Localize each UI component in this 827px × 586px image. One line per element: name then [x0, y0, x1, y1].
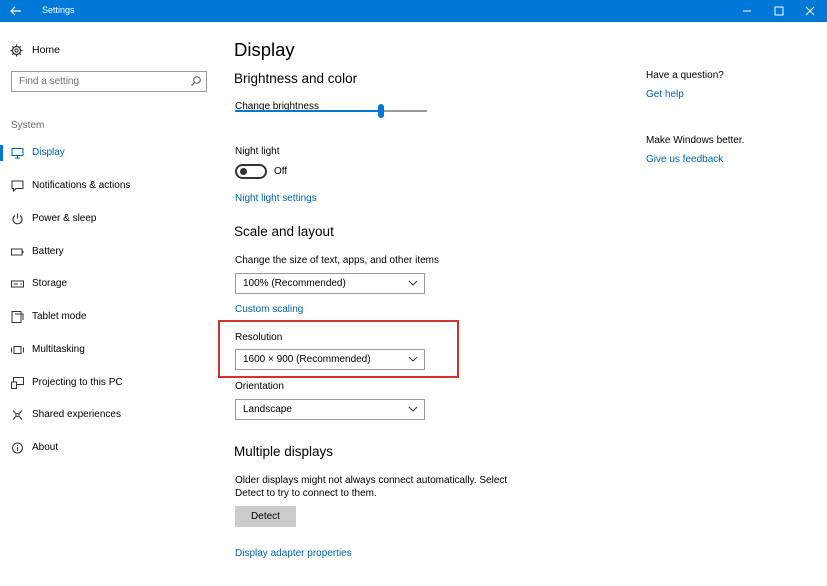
multiple-displays-description: Older displays might not always connect … [235, 475, 508, 486]
give-feedback-link[interactable]: Give us feedback [646, 154, 723, 165]
night-light-settings-link[interactable]: Night light settings [235, 193, 317, 204]
info-icon [11, 442, 24, 454]
sidebar-item-notifications[interactable]: Notifications & actions [0, 174, 218, 198]
make-windows-better-text: Make Windows better. [646, 135, 745, 146]
dropdown-value: 100% (Recommended) [243, 278, 346, 289]
section-label-system: System [11, 120, 45, 131]
dropdown-value: Landscape [243, 404, 292, 415]
maximize-button[interactable] [762, 0, 796, 22]
notifications-icon [11, 180, 24, 192]
page-title: Display [234, 39, 295, 60]
sidebar-item-shared-experiences[interactable]: Shared experiences [0, 403, 218, 427]
display-adapter-properties-link[interactable]: Display adapter properties [235, 548, 352, 559]
sidebar-item-label: Display [32, 147, 65, 158]
back-button[interactable] [0, 0, 32, 22]
tablet-icon [11, 311, 24, 323]
back-arrow-icon [10, 6, 21, 16]
slider-track-filled [235, 110, 381, 112]
sidebar-item-label: Projecting to this PC [32, 377, 123, 388]
question-text: Have a question? [646, 70, 724, 81]
monitor-icon [11, 147, 24, 159]
sidebar-item-battery[interactable]: Battery [0, 240, 218, 264]
scale-size-label: Change the size of text, apps, and other… [235, 255, 440, 266]
gear-icon [10, 44, 23, 56]
slider-track-empty [381, 110, 427, 112]
battery-icon [11, 246, 24, 258]
selection-indicator [0, 145, 3, 161]
title-bar: Settings [0, 0, 827, 22]
close-button[interactable] [793, 0, 827, 22]
home-link[interactable]: Home [10, 42, 60, 58]
sidebar-item-label: About [32, 442, 59, 453]
sidebar-item-label: Battery [32, 246, 64, 257]
sidebar-item-storage[interactable]: Storage [0, 272, 218, 296]
orientation-dropdown[interactable]: Landscape [235, 399, 425, 420]
scale-size-dropdown[interactable]: 100% (Recommended) [235, 273, 425, 294]
minimize-button[interactable] [730, 0, 764, 22]
sidebar: Home System Display Notifications & acti… [0, 22, 218, 586]
orientation-label: Orientation [235, 381, 284, 392]
sidebar-item-label: Multitasking [32, 344, 85, 355]
slider-thumb[interactable] [378, 104, 384, 118]
get-help-link[interactable]: Get help [646, 89, 684, 100]
night-light-state: Off [274, 166, 288, 177]
sidebar-item-tablet-mode[interactable]: Tablet mode [0, 305, 218, 329]
storage-icon [11, 278, 24, 290]
sidebar-item-label: Shared experiences [32, 409, 121, 420]
sidebar-item-display[interactable]: Display [0, 141, 218, 165]
close-icon [805, 6, 815, 16]
shared-experiences-icon [11, 409, 24, 421]
night-light-label: Night light [235, 146, 280, 157]
sidebar-item-power-sleep[interactable]: Power & sleep [0, 207, 218, 231]
toggle-knob [240, 168, 247, 175]
scale-layout-heading: Scale and layout [234, 224, 334, 239]
custom-scaling-link[interactable]: Custom scaling [235, 304, 303, 315]
sidebar-item-label: Tablet mode [32, 311, 87, 322]
search-input[interactable] [12, 72, 182, 91]
multitasking-icon [11, 344, 24, 356]
projecting-icon [11, 377, 24, 389]
search-icon[interactable] [190, 75, 202, 87]
home-label: Home [32, 44, 61, 56]
detect-button[interactable]: Detect [235, 506, 296, 527]
sidebar-item-about[interactable]: About [0, 436, 218, 460]
multiple-displays-heading: Multiple displays [234, 444, 334, 459]
sidebar-item-projecting[interactable]: Projecting to this PC [0, 371, 218, 395]
power-icon [11, 213, 24, 225]
sidebar-item-label: Notifications & actions [32, 180, 131, 191]
night-light-toggle[interactable] [235, 164, 267, 179]
sidebar-item-label: Storage [32, 278, 68, 289]
chevron-down-icon [408, 406, 418, 412]
sidebar-item-label: Power & sleep [32, 213, 97, 224]
sidebar-item-multitasking[interactable]: Multitasking [0, 338, 218, 362]
window-title: Settings [42, 5, 75, 15]
multiple-displays-description-2: Detect to try to connect to them. [235, 488, 377, 499]
resolution-highlight-box [218, 320, 459, 378]
search-box[interactable] [11, 71, 207, 92]
brightness-heading: Brightness and color [234, 71, 358, 86]
maximize-icon [774, 6, 784, 16]
brightness-slider[interactable] [235, 104, 427, 118]
minimize-icon [743, 10, 751, 12]
chevron-down-icon [408, 280, 418, 286]
